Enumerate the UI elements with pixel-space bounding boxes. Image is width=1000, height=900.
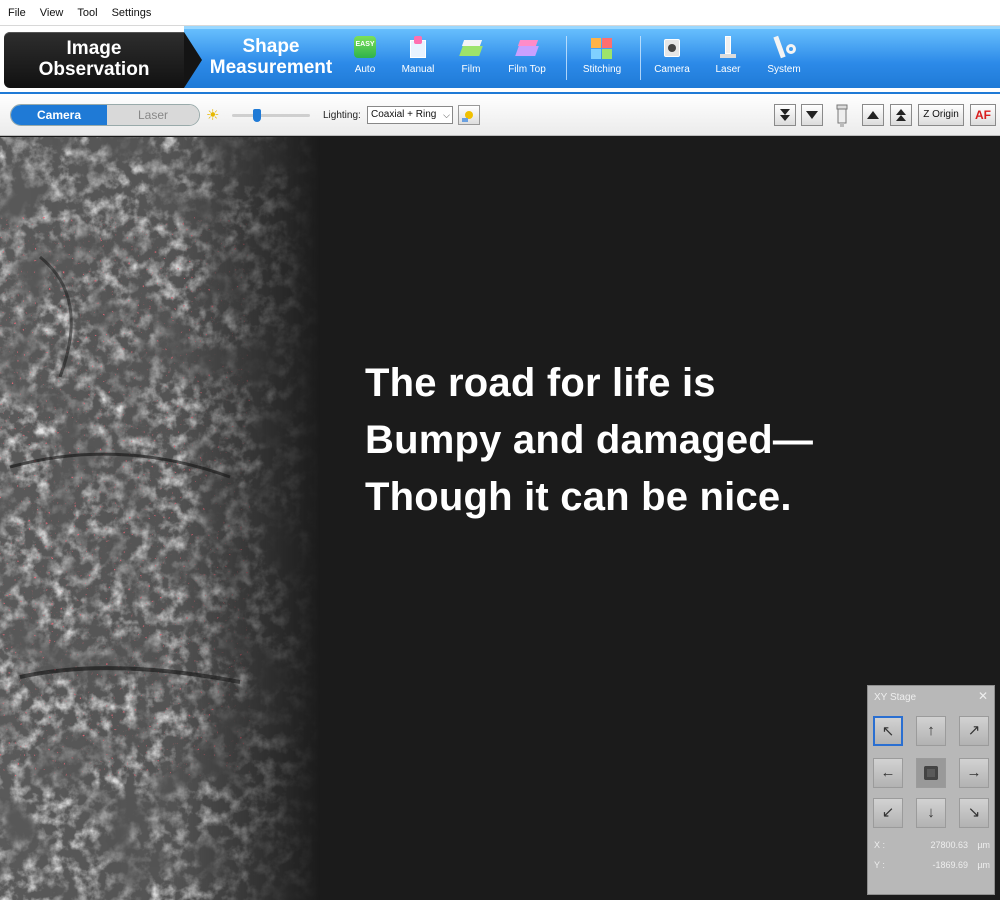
x-label: X : xyxy=(874,840,886,850)
ribbon-separator xyxy=(566,36,567,80)
easy-auto-icon: EASY xyxy=(352,36,378,60)
arrow-up-left-icon: ↖ xyxy=(881,723,895,740)
z-down-fast-button[interactable] xyxy=(774,104,796,126)
stage-up-right-button[interactable]: ↗ xyxy=(959,716,989,746)
up-arrow-icon xyxy=(867,111,879,119)
laser-button-label: Laser xyxy=(715,64,741,75)
arrow-down-left-icon: ↙ xyxy=(881,804,895,821)
system-button-label: System xyxy=(767,64,801,75)
stage-right-button[interactable]: → xyxy=(959,758,989,788)
manual-button[interactable]: Manual xyxy=(390,36,446,75)
film-button[interactable]: Film xyxy=(443,36,499,75)
toolbar: Camera Laser ☀ Lighting: Coaxial + Ring … xyxy=(0,92,1000,136)
film-icon xyxy=(458,36,484,60)
lighting-select[interactable]: Coaxial + Ring ⌵ xyxy=(367,106,453,124)
menu-settings[interactable]: Settings xyxy=(112,7,152,19)
camera-button[interactable]: Camera xyxy=(644,36,700,75)
z-origin-button[interactable]: Z Origin xyxy=(918,104,964,126)
y-value: -1869.69 xyxy=(932,860,968,870)
menu-file[interactable]: File xyxy=(8,7,26,19)
x-value: 27800.63 xyxy=(930,840,968,850)
sun-icon: ☀ xyxy=(206,107,220,124)
z-up-button[interactable] xyxy=(862,104,884,126)
menu-tool[interactable]: Tool xyxy=(77,7,97,19)
camera-button-label: Camera xyxy=(654,64,690,75)
x-unit: µm xyxy=(977,840,990,850)
lighting-value: Coaxial + Ring xyxy=(371,109,437,120)
chevron-down-icon: ⌵ xyxy=(443,110,450,120)
stage-center-button[interactable] xyxy=(916,758,946,788)
ribbon-separator xyxy=(640,36,641,80)
menu-view[interactable]: View xyxy=(40,7,64,19)
film-button-label: Film xyxy=(461,64,481,75)
stage-left-button[interactable]: ← xyxy=(873,758,903,788)
auto-button-label: Auto xyxy=(354,64,376,75)
arrow-right-icon: → xyxy=(966,764,982,781)
film-top-button-label: Film Top xyxy=(508,64,546,75)
stitching-button-label: Stitching xyxy=(582,64,622,75)
mode-toggle: Camera Laser xyxy=(10,104,200,126)
tab-shape-measurement-line1: Shape xyxy=(242,36,300,57)
tab-shape-measurement-line2: Measurement xyxy=(209,57,333,78)
laser-icon xyxy=(715,36,741,60)
auto-button[interactable]: EASY Auto xyxy=(337,36,393,75)
easy-badge: EASY xyxy=(355,41,375,48)
brightness-slider[interactable] xyxy=(232,109,310,122)
double-up-arrow-icon xyxy=(896,109,906,121)
laser-button[interactable]: Laser xyxy=(700,36,756,75)
mode-laser-button[interactable]: Laser xyxy=(107,105,199,125)
stage-down-left-button[interactable]: ↙ xyxy=(873,798,903,828)
stitching-icon xyxy=(589,36,615,60)
x-readout: X : 27800.63 µm xyxy=(874,840,990,850)
y-readout: Y : -1869.69 µm xyxy=(874,860,990,870)
system-icon xyxy=(771,35,797,60)
arrow-up-right-icon: ↗ xyxy=(967,722,981,739)
autofocus-button[interactable]: AF xyxy=(970,104,996,126)
down-arrow-icon xyxy=(806,111,818,119)
stitching-button[interactable]: Stitching xyxy=(574,36,630,75)
objective-lens-icon xyxy=(834,104,850,128)
brightness-slider-knob[interactable] xyxy=(253,109,261,122)
y-unit: µm xyxy=(977,860,990,870)
manual-icon xyxy=(405,36,431,60)
caption-text: The road for life is Bumpy and damaged— … xyxy=(365,355,813,526)
arrow-down-icon: ↓ xyxy=(927,804,935,821)
stage-center-icon xyxy=(924,766,938,780)
arrow-up-icon: ↑ xyxy=(927,722,935,739)
tab-image-observation[interactable]: Image Observation xyxy=(4,32,202,88)
close-icon[interactable]: ✕ xyxy=(978,689,988,703)
z-up-fast-button[interactable] xyxy=(890,104,912,126)
stage-up-button[interactable]: ↑ xyxy=(916,716,946,746)
caption-line-2: Bumpy and damaged— xyxy=(365,418,814,462)
caption-line-1: The road for life is xyxy=(365,361,716,405)
xy-stage-panel: XY Stage ✕ ↖ ↑ ↗ ← → ↙ ↓ ↘ X : 27800.63 … xyxy=(867,685,995,895)
y-label: Y : xyxy=(874,860,885,870)
film-top-icon xyxy=(514,36,540,60)
camera-icon xyxy=(659,36,685,60)
manual-button-label: Manual xyxy=(401,64,435,75)
stage-down-button[interactable]: ↓ xyxy=(916,798,946,828)
ribbon: Image Observation Shape Measurement EASY… xyxy=(0,26,1000,92)
stage-down-right-button[interactable]: ↘ xyxy=(959,798,989,828)
z-down-button[interactable] xyxy=(801,104,823,126)
mode-camera-button[interactable]: Camera xyxy=(11,105,107,125)
xy-stage-title: XY Stage xyxy=(874,692,917,703)
system-button[interactable]: System xyxy=(756,35,812,75)
tab-shape-measurement[interactable]: Shape Measurement xyxy=(196,36,346,78)
tab-image-observation-line2: Observation xyxy=(38,59,150,80)
lighting-settings-icon xyxy=(462,111,473,122)
lighting-label: Lighting: xyxy=(323,110,361,121)
camera-viewer[interactable]: The road for life is Bumpy and damaged— … xyxy=(0,137,1000,900)
tab-image-observation-line1: Image xyxy=(66,38,122,59)
lighting-settings-button[interactable] xyxy=(458,105,480,125)
double-down-arrow-icon xyxy=(780,109,790,121)
film-top-button[interactable]: Film Top xyxy=(499,36,555,75)
arrow-down-right-icon: ↘ xyxy=(967,804,981,821)
stage-up-left-button[interactable]: ↖ xyxy=(873,716,903,746)
caption-line-3: Though it can be nice. xyxy=(365,475,792,519)
menu-bar: File View Tool Settings xyxy=(0,0,1000,26)
arrow-left-icon: ← xyxy=(880,764,896,781)
